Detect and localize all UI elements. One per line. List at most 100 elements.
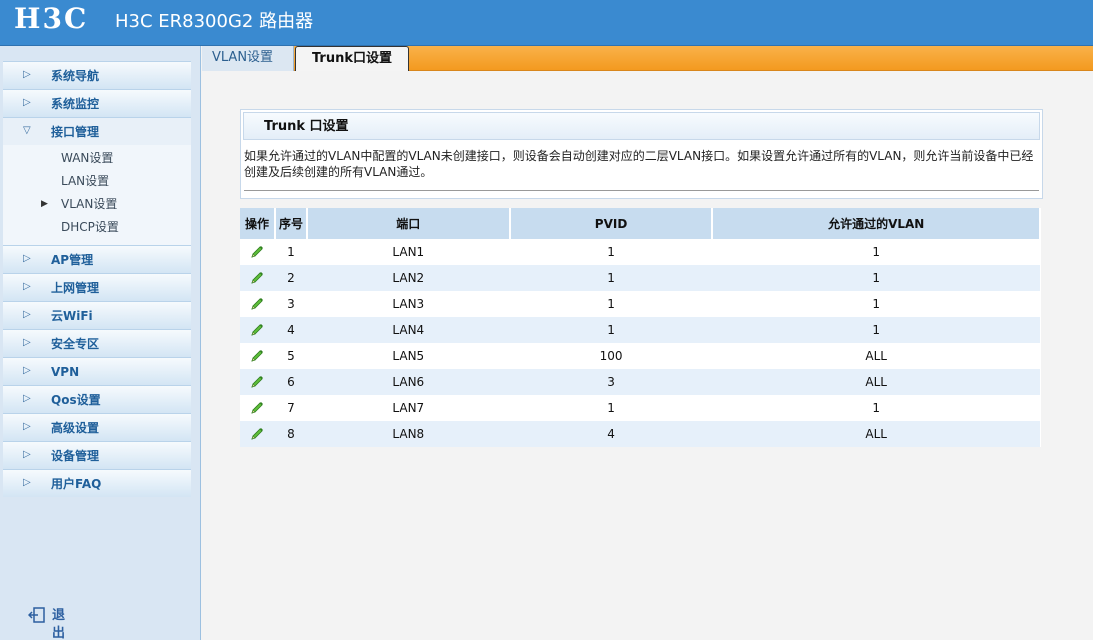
submenu-item-wan[interactable]: WAN设置 bbox=[3, 147, 191, 170]
allowed-vlan-cell: 1 bbox=[872, 297, 881, 311]
edit-icon[interactable] bbox=[249, 401, 265, 415]
seq-cell: 8 bbox=[274, 421, 307, 447]
panel-description: 如果允许通过的VLAN中配置的VLAN未创建接口，则设备会自动创建对应的二层VL… bbox=[244, 149, 1034, 179]
sidebar-item-label: 接口管理 bbox=[51, 125, 100, 139]
expand-arrow-icon: ▷ bbox=[23, 477, 31, 488]
sidebar-item-qos[interactable]: ▷ Qos设置 bbox=[3, 385, 191, 413]
table-row: 3 LAN3 1 1 bbox=[240, 291, 1040, 317]
sidebar-item-label: 设备管理 bbox=[51, 449, 100, 463]
edit-icon[interactable] bbox=[249, 245, 265, 259]
port-cell: LAN7 bbox=[392, 401, 425, 415]
trunk-table: 操作 序号 端口 PVID 允许通过的VLAN 1 LAN1 1 1 2 LAN2 1 1 3 L… bbox=[240, 208, 1041, 447]
edit-icon[interactable] bbox=[249, 375, 265, 389]
panel-title: Trunk 口设置 bbox=[264, 119, 349, 134]
edit-icon[interactable] bbox=[249, 323, 265, 337]
sidebar-item-label: 高级设置 bbox=[51, 421, 100, 435]
sidebar-item-label: AP管理 bbox=[51, 253, 94, 267]
sidebar: ▷ 系统导航 ▷ 系统监控 ▽ 接口管理 WAN设置 LAN设置 ▶ VLAN设… bbox=[0, 46, 201, 640]
expand-arrow-icon: ▷ bbox=[23, 97, 31, 108]
active-caret-icon: ▶ bbox=[41, 199, 48, 209]
seq-cell: 3 bbox=[287, 297, 295, 311]
sidebar-item-faq[interactable]: ▷ 用户FAQ bbox=[3, 469, 191, 497]
sidebar-item-cloud-wifi[interactable]: ▷ 云WiFi bbox=[3, 301, 191, 329]
edit-cell bbox=[240, 317, 275, 343]
submenu-item-vlan[interactable]: ▶ VLAN设置 bbox=[3, 193, 191, 216]
table-row: 8 LAN8 4 ALL bbox=[240, 421, 1040, 447]
allowed-vlan-cell: 1 bbox=[872, 245, 881, 259]
column-header-allowed-vlan: 允许通过的VLAN bbox=[712, 208, 1041, 239]
edit-cell bbox=[240, 343, 275, 369]
logout-icon bbox=[28, 607, 45, 623]
sidebar-item-monitor[interactable]: ▷ 系统监控 bbox=[3, 89, 191, 117]
edit-cell bbox=[240, 239, 275, 265]
edit-icon[interactable] bbox=[249, 271, 265, 285]
pvid-cell: 4 bbox=[509, 421, 713, 447]
port-cell: LAN1 bbox=[392, 245, 425, 259]
sidebar-item-interface[interactable]: ▽ 接口管理 bbox=[3, 117, 191, 145]
interface-submenu: WAN设置 LAN设置 ▶ VLAN设置 DHCP设置 bbox=[3, 145, 191, 245]
edit-cell bbox=[240, 291, 275, 317]
sidebar-item-internet[interactable]: ▷ 上网管理 bbox=[3, 273, 191, 301]
sidebar-item-label: Qos设置 bbox=[51, 393, 101, 407]
submenu-item-label: VLAN设置 bbox=[61, 197, 118, 211]
allowed-vlan-cell: 1 bbox=[712, 265, 1040, 291]
submenu-item-dhcp[interactable]: DHCP设置 bbox=[3, 216, 191, 239]
trunk-info-card: Trunk 口设置 如果允许通过的VLAN中配置的VLAN未创建接口，则设备会自… bbox=[240, 109, 1043, 199]
seq-cell: 7 bbox=[287, 401, 295, 415]
pvid-cell: 100 bbox=[599, 349, 623, 363]
tab-trunk-settings[interactable]: Trunk口设置 bbox=[295, 46, 409, 71]
sidebar-item-vpn[interactable]: ▷ VPN bbox=[3, 357, 191, 385]
divider bbox=[244, 190, 1039, 191]
seq-cell: 1 bbox=[287, 245, 295, 259]
sidebar-item-label: 上网管理 bbox=[51, 281, 100, 295]
edit-icon[interactable] bbox=[249, 297, 265, 311]
expand-arrow-icon: ▷ bbox=[23, 337, 31, 348]
expand-arrow-icon: ▷ bbox=[23, 449, 31, 460]
sidebar-item-ap[interactable]: ▷ AP管理 bbox=[3, 245, 191, 273]
allowed-vlan-cell: ALL bbox=[712, 369, 1040, 395]
expand-arrow-icon: ▷ bbox=[23, 421, 31, 432]
pvid-cell: 1 bbox=[509, 317, 713, 343]
tab-vlan-settings[interactable]: VLAN设置 bbox=[202, 46, 294, 71]
edit-icon[interactable] bbox=[249, 427, 265, 441]
submenu-item-lan[interactable]: LAN设置 bbox=[3, 170, 191, 193]
sidebar-menu: ▷ 系统导航 ▷ 系统监控 ▽ 接口管理 WAN设置 LAN设置 ▶ VLAN设… bbox=[3, 61, 191, 497]
expand-arrow-icon: ▷ bbox=[23, 365, 31, 376]
column-header-action: 操作 bbox=[240, 208, 276, 239]
table-row: 6 LAN6 3 ALL bbox=[240, 369, 1040, 395]
main-panel: Trunk 口设置 如果允许通过的VLAN中配置的VLAN未创建接口，则设备会自… bbox=[202, 71, 1093, 640]
app-title: H3C ER8300G2 路由器 bbox=[115, 11, 314, 32]
sidebar-item-label: 用户FAQ bbox=[51, 477, 102, 491]
table-row: 4 LAN4 1 1 bbox=[240, 317, 1040, 343]
collapse-arrow-icon: ▽ bbox=[23, 125, 31, 136]
port-cell: LAN6 bbox=[306, 369, 510, 395]
sidebar-item-label: 云WiFi bbox=[51, 309, 93, 323]
column-header-seq: 序号 bbox=[274, 208, 308, 239]
sidebar-item-security[interactable]: ▷ 安全专区 bbox=[3, 329, 191, 357]
app-header: H3C H3C ER8300G2 路由器 bbox=[0, 0, 1093, 46]
edit-cell bbox=[240, 265, 275, 291]
expand-arrow-icon: ▷ bbox=[23, 309, 31, 320]
seq-cell: 2 bbox=[274, 265, 307, 291]
allowed-vlan-cell: 1 bbox=[872, 401, 881, 415]
sidebar-item-device[interactable]: ▷ 设备管理 bbox=[3, 441, 191, 469]
table-row: 2 LAN2 1 1 bbox=[240, 265, 1040, 291]
seq-cell: 4 bbox=[274, 317, 307, 343]
table-header-row: 操作 序号 端口 PVID 允许通过的VLAN bbox=[240, 208, 1041, 239]
edit-cell bbox=[240, 421, 275, 447]
allowed-vlan-cell: 1 bbox=[712, 317, 1040, 343]
sidebar-item-nav[interactable]: ▷ 系统导航 bbox=[3, 61, 191, 89]
pvid-cell: 1 bbox=[607, 297, 615, 311]
allowed-vlan-cell: ALL bbox=[712, 421, 1040, 447]
pvid-cell: 1 bbox=[607, 401, 615, 415]
logout-label: 退出 bbox=[52, 608, 66, 640]
sidebar-item-label: 系统导航 bbox=[51, 69, 100, 83]
pvid-cell: 1 bbox=[509, 265, 713, 291]
pvid-cell: 3 bbox=[509, 369, 713, 395]
edit-icon[interactable] bbox=[249, 349, 265, 363]
panel-title-bar: Trunk 口设置 bbox=[243, 112, 1040, 140]
sidebar-item-advanced[interactable]: ▷ 高级设置 bbox=[3, 413, 191, 441]
port-cell: LAN8 bbox=[306, 421, 510, 447]
port-cell: LAN3 bbox=[392, 297, 425, 311]
port-cell: LAN2 bbox=[306, 265, 510, 291]
